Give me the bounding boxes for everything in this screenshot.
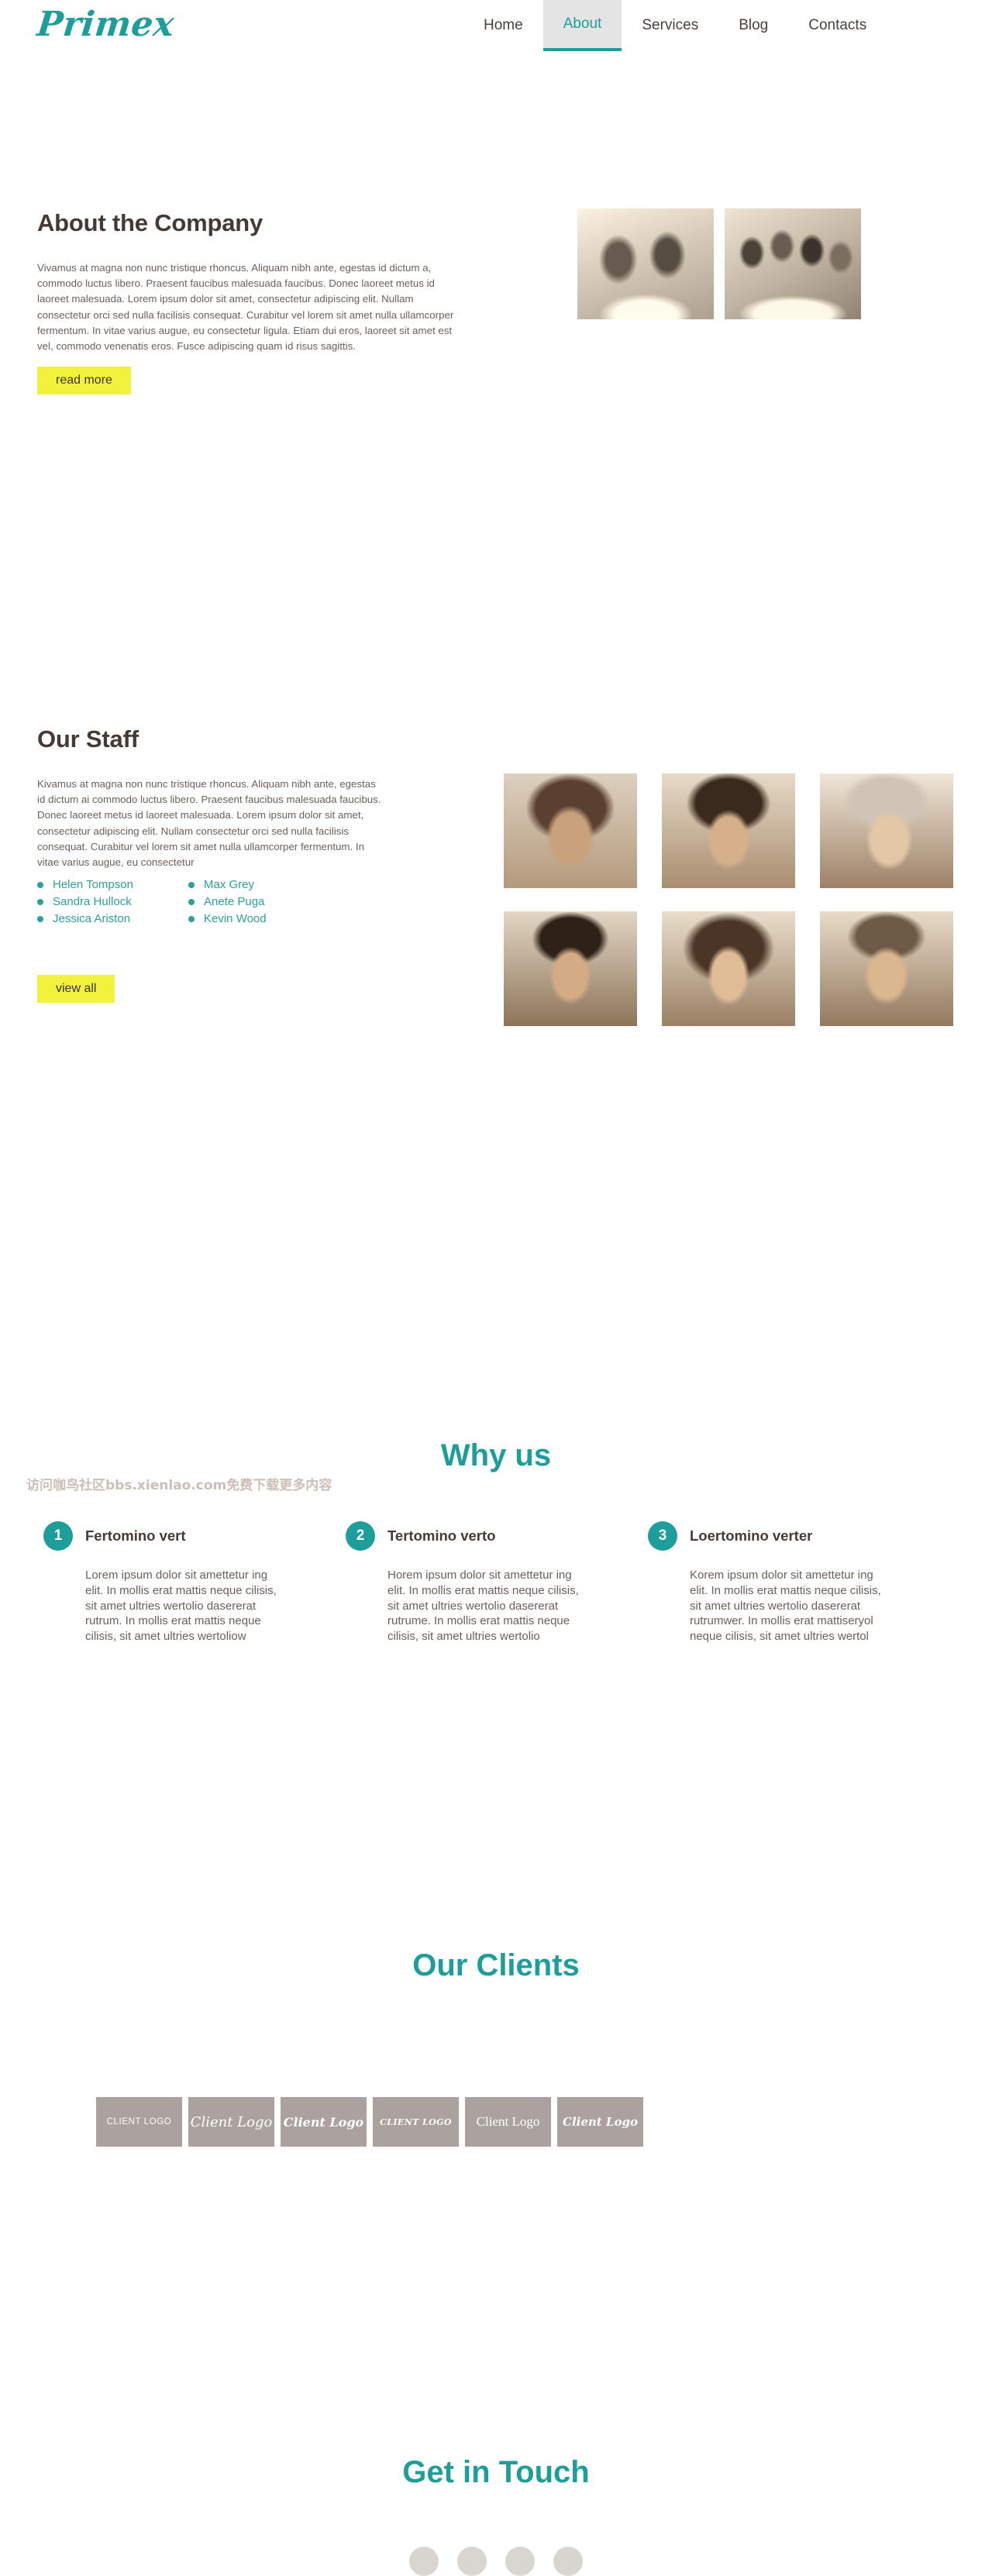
why-us-card-title: Tertomino verto bbox=[388, 1527, 496, 1544]
why-us-card: 1 Fertomino vert Lorem ipsum dolor sit a… bbox=[43, 1521, 346, 1644]
nav-item-about[interactable]: About bbox=[542, 0, 622, 51]
nav-item-blog[interactable]: Blog bbox=[718, 0, 788, 51]
why-us-section: Why us 1 Fertomino vert Lorem ipsum dolo… bbox=[0, 626, 992, 1643]
why-us-card-text: Korem ipsum dolor sit amettetur ing elit… bbox=[690, 1569, 881, 1644]
social-icon-4[interactable] bbox=[553, 2547, 583, 2576]
why-us-card-header: 1 Fertomino vert bbox=[43, 1521, 346, 1551]
number-badge-icon: 1 bbox=[43, 1521, 73, 1551]
site-logo[interactable]: Primex bbox=[35, 5, 176, 44]
why-us-card-title: Loertomino verter bbox=[690, 1527, 813, 1544]
our-clients-heading: Our Clients bbox=[412, 1948, 580, 1982]
nav-item-contacts[interactable]: Contacts bbox=[788, 0, 887, 51]
social-icon-2[interactable] bbox=[457, 2547, 487, 2576]
why-us-heading: Why us bbox=[440, 1438, 552, 1472]
client-logo-item[interactable]: Client Logo bbox=[465, 2097, 551, 2147]
why-us-card: 2 Tertomino verto Horem ipsum dolor sit … bbox=[346, 1521, 648, 1644]
number-badge-icon: 3 bbox=[648, 1521, 677, 1551]
get-in-touch-heading: Get in Touch bbox=[402, 2455, 590, 2489]
about-section: About the Company Vivamus at magna non n… bbox=[0, 68, 992, 394]
why-us-card-list: 1 Fertomino vert Lorem ipsum dolor sit a… bbox=[43, 1521, 950, 1644]
site-header: Primex Home About Services Blog Contacts bbox=[0, 0, 992, 68]
watermark-overlay: 访问咖鸟社区bbs.xienlao.com免费下载更多内容 bbox=[26, 1478, 332, 1493]
why-us-card-header: 2 Tertomino verto bbox=[346, 1521, 648, 1551]
nav-item-services[interactable]: Services bbox=[622, 0, 718, 51]
client-logo-item[interactable]: Client Logo bbox=[557, 2097, 643, 2147]
why-us-card-header: 3 Loertomino verter bbox=[648, 1521, 950, 1551]
social-icon-row bbox=[0, 2547, 992, 2576]
about-heading: About the Company bbox=[37, 209, 264, 236]
social-icon-3[interactable] bbox=[505, 2547, 535, 2576]
our-clients-section: Our Clients CLIENT LOGO Client Logo Clie… bbox=[0, 866, 992, 2147]
why-us-card-text: Lorem ipsum dolor sit amettetur ing elit… bbox=[85, 1569, 277, 1644]
staff-section: Our Staff Kivamus at magna non nunc tris… bbox=[0, 301, 992, 1026]
social-icon-1[interactable] bbox=[409, 2547, 439, 2576]
client-logo-item[interactable]: CLIENT LOGO bbox=[373, 2097, 459, 2147]
nav-item-home[interactable]: Home bbox=[463, 0, 543, 51]
why-us-card-text: Horem ipsum dolor sit amettetur ing elit… bbox=[388, 1569, 579, 1644]
number-badge-icon: 2 bbox=[346, 1521, 375, 1551]
main-navigation: Home About Services Blog Contacts bbox=[463, 0, 887, 51]
client-logo-row: CLIENT LOGO Client Logo Client Logo CLIE… bbox=[96, 2097, 643, 2147]
get-in-touch-section: Get in Touch bbox=[0, 1068, 992, 2576]
why-us-card: 3 Loertomino verter Korem ipsum dolor si… bbox=[648, 1521, 950, 1644]
client-logo-item[interactable]: CLIENT LOGO bbox=[96, 2097, 182, 2147]
client-logo-item[interactable]: Client Logo bbox=[188, 2097, 274, 2147]
why-us-card-title: Fertomino vert bbox=[85, 1527, 186, 1544]
client-logo-item[interactable]: Client Logo bbox=[281, 2097, 367, 2147]
